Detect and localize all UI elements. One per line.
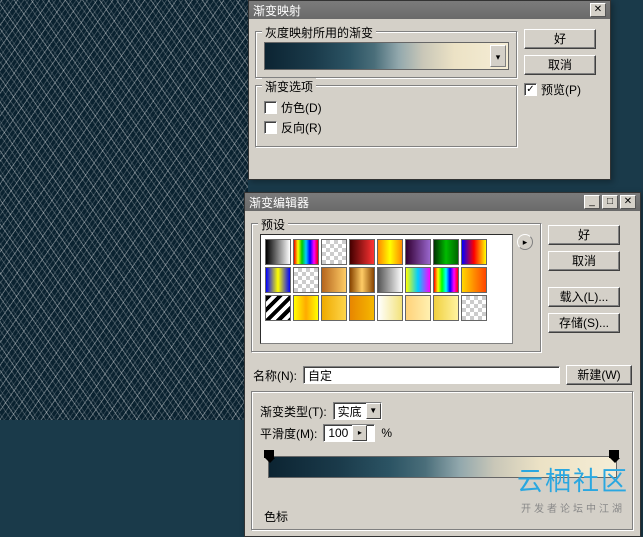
- gradient-picker-arrow[interactable]: ▾: [490, 45, 506, 67]
- presets-group: 预设 ▸: [251, 223, 542, 353]
- preset-swatch[interactable]: [433, 295, 459, 321]
- gradient-map-dialog: 渐变映射 ✕ 灰度映射所用的渐变 ▾ 渐变选项 仿色(D) 反向(R): [248, 0, 611, 180]
- titlebar[interactable]: 渐变编辑器 _ □ ✕: [245, 193, 640, 211]
- mapping-gradient-group: 灰度映射所用的渐变 ▾: [255, 31, 518, 79]
- ok-button[interactable]: 好: [548, 225, 620, 245]
- preset-swatch[interactable]: [349, 239, 375, 265]
- minimize-icon[interactable]: _: [584, 195, 600, 209]
- close-icon[interactable]: ✕: [590, 3, 606, 17]
- dither-checkbox[interactable]: 仿色(D): [264, 99, 509, 116]
- preset-swatch[interactable]: [265, 267, 291, 293]
- watermark: 云栖社区 开发者论坛中江湖: [517, 461, 629, 515]
- preset-swatch[interactable]: [377, 239, 403, 265]
- preset-swatch[interactable]: [321, 239, 347, 265]
- percent-unit: %: [381, 426, 392, 440]
- opacity-stop[interactable]: [264, 456, 276, 468]
- watermark-text: 云栖社区: [517, 461, 629, 498]
- titlebar[interactable]: 渐变映射 ✕: [249, 1, 610, 19]
- preset-swatch[interactable]: [377, 267, 403, 293]
- checkbox-icon: [264, 101, 277, 114]
- preset-swatch[interactable]: [433, 239, 459, 265]
- type-select[interactable]: 实底 ▼: [333, 402, 382, 420]
- ok-button[interactable]: 好: [524, 29, 596, 49]
- chevron-right-icon: ▸: [352, 425, 367, 441]
- preset-swatch[interactable]: [433, 267, 459, 293]
- new-button[interactable]: 新建(W): [566, 365, 632, 385]
- preset-swatch[interactable]: [293, 295, 319, 321]
- name-input[interactable]: [303, 366, 560, 384]
- preset-swatch[interactable]: [377, 295, 403, 321]
- cancel-button[interactable]: 取消: [548, 251, 620, 271]
- close-icon[interactable]: ✕: [620, 195, 636, 209]
- smoothness-input[interactable]: 100 ▸: [323, 424, 375, 442]
- smoothness-label: 平滑度(M):: [260, 425, 317, 442]
- preset-swatch[interactable]: [293, 239, 319, 265]
- gradient-options-group: 渐变选项 仿色(D) 反向(R): [255, 85, 518, 148]
- group-label: 灰度映射所用的渐变: [262, 24, 376, 41]
- presets-menu-icon[interactable]: ▸: [517, 234, 533, 250]
- name-label: 名称(N):: [253, 367, 297, 384]
- reverse-checkbox[interactable]: 反向(R): [264, 119, 509, 136]
- preset-swatch[interactable]: [405, 239, 431, 265]
- cancel-button[interactable]: 取消: [524, 55, 596, 75]
- name-row: 名称(N): 新建(W): [253, 365, 632, 385]
- chevron-down-icon: ▼: [366, 403, 381, 419]
- preset-swatch[interactable]: [349, 295, 375, 321]
- checkbox-icon: [264, 121, 277, 134]
- preset-swatch[interactable]: [405, 267, 431, 293]
- preset-swatch[interactable]: [321, 295, 347, 321]
- preset-swatch[interactable]: [461, 267, 487, 293]
- group-label: 预设: [258, 216, 288, 233]
- preset-swatch[interactable]: [293, 267, 319, 293]
- checkbox-icon: ✓: [524, 83, 537, 96]
- maximize-icon[interactable]: □: [602, 195, 618, 209]
- group-label: 渐变选项: [262, 78, 316, 95]
- dialog-title: 渐变映射: [253, 2, 301, 19]
- preset-swatch[interactable]: [265, 295, 291, 321]
- load-button[interactable]: 载入(L)...: [548, 287, 620, 307]
- gradient-preview[interactable]: ▾: [264, 42, 509, 70]
- preset-swatch[interactable]: [321, 267, 347, 293]
- preset-swatch[interactable]: [349, 267, 375, 293]
- preset-swatch[interactable]: [461, 239, 487, 265]
- preview-checkbox[interactable]: ✓ 预览(P): [524, 81, 602, 98]
- type-label: 渐变类型(T):: [260, 403, 327, 420]
- image-canvas: [0, 0, 248, 420]
- save-button[interactable]: 存储(S)...: [548, 313, 620, 333]
- preset-swatch[interactable]: [461, 295, 487, 321]
- presets-list[interactable]: [260, 234, 513, 344]
- preset-swatch[interactable]: [405, 295, 431, 321]
- watermark-subtext: 开发者论坛中江湖: [517, 500, 629, 515]
- dialog-title: 渐变编辑器: [249, 194, 309, 211]
- preset-swatch[interactable]: [265, 239, 291, 265]
